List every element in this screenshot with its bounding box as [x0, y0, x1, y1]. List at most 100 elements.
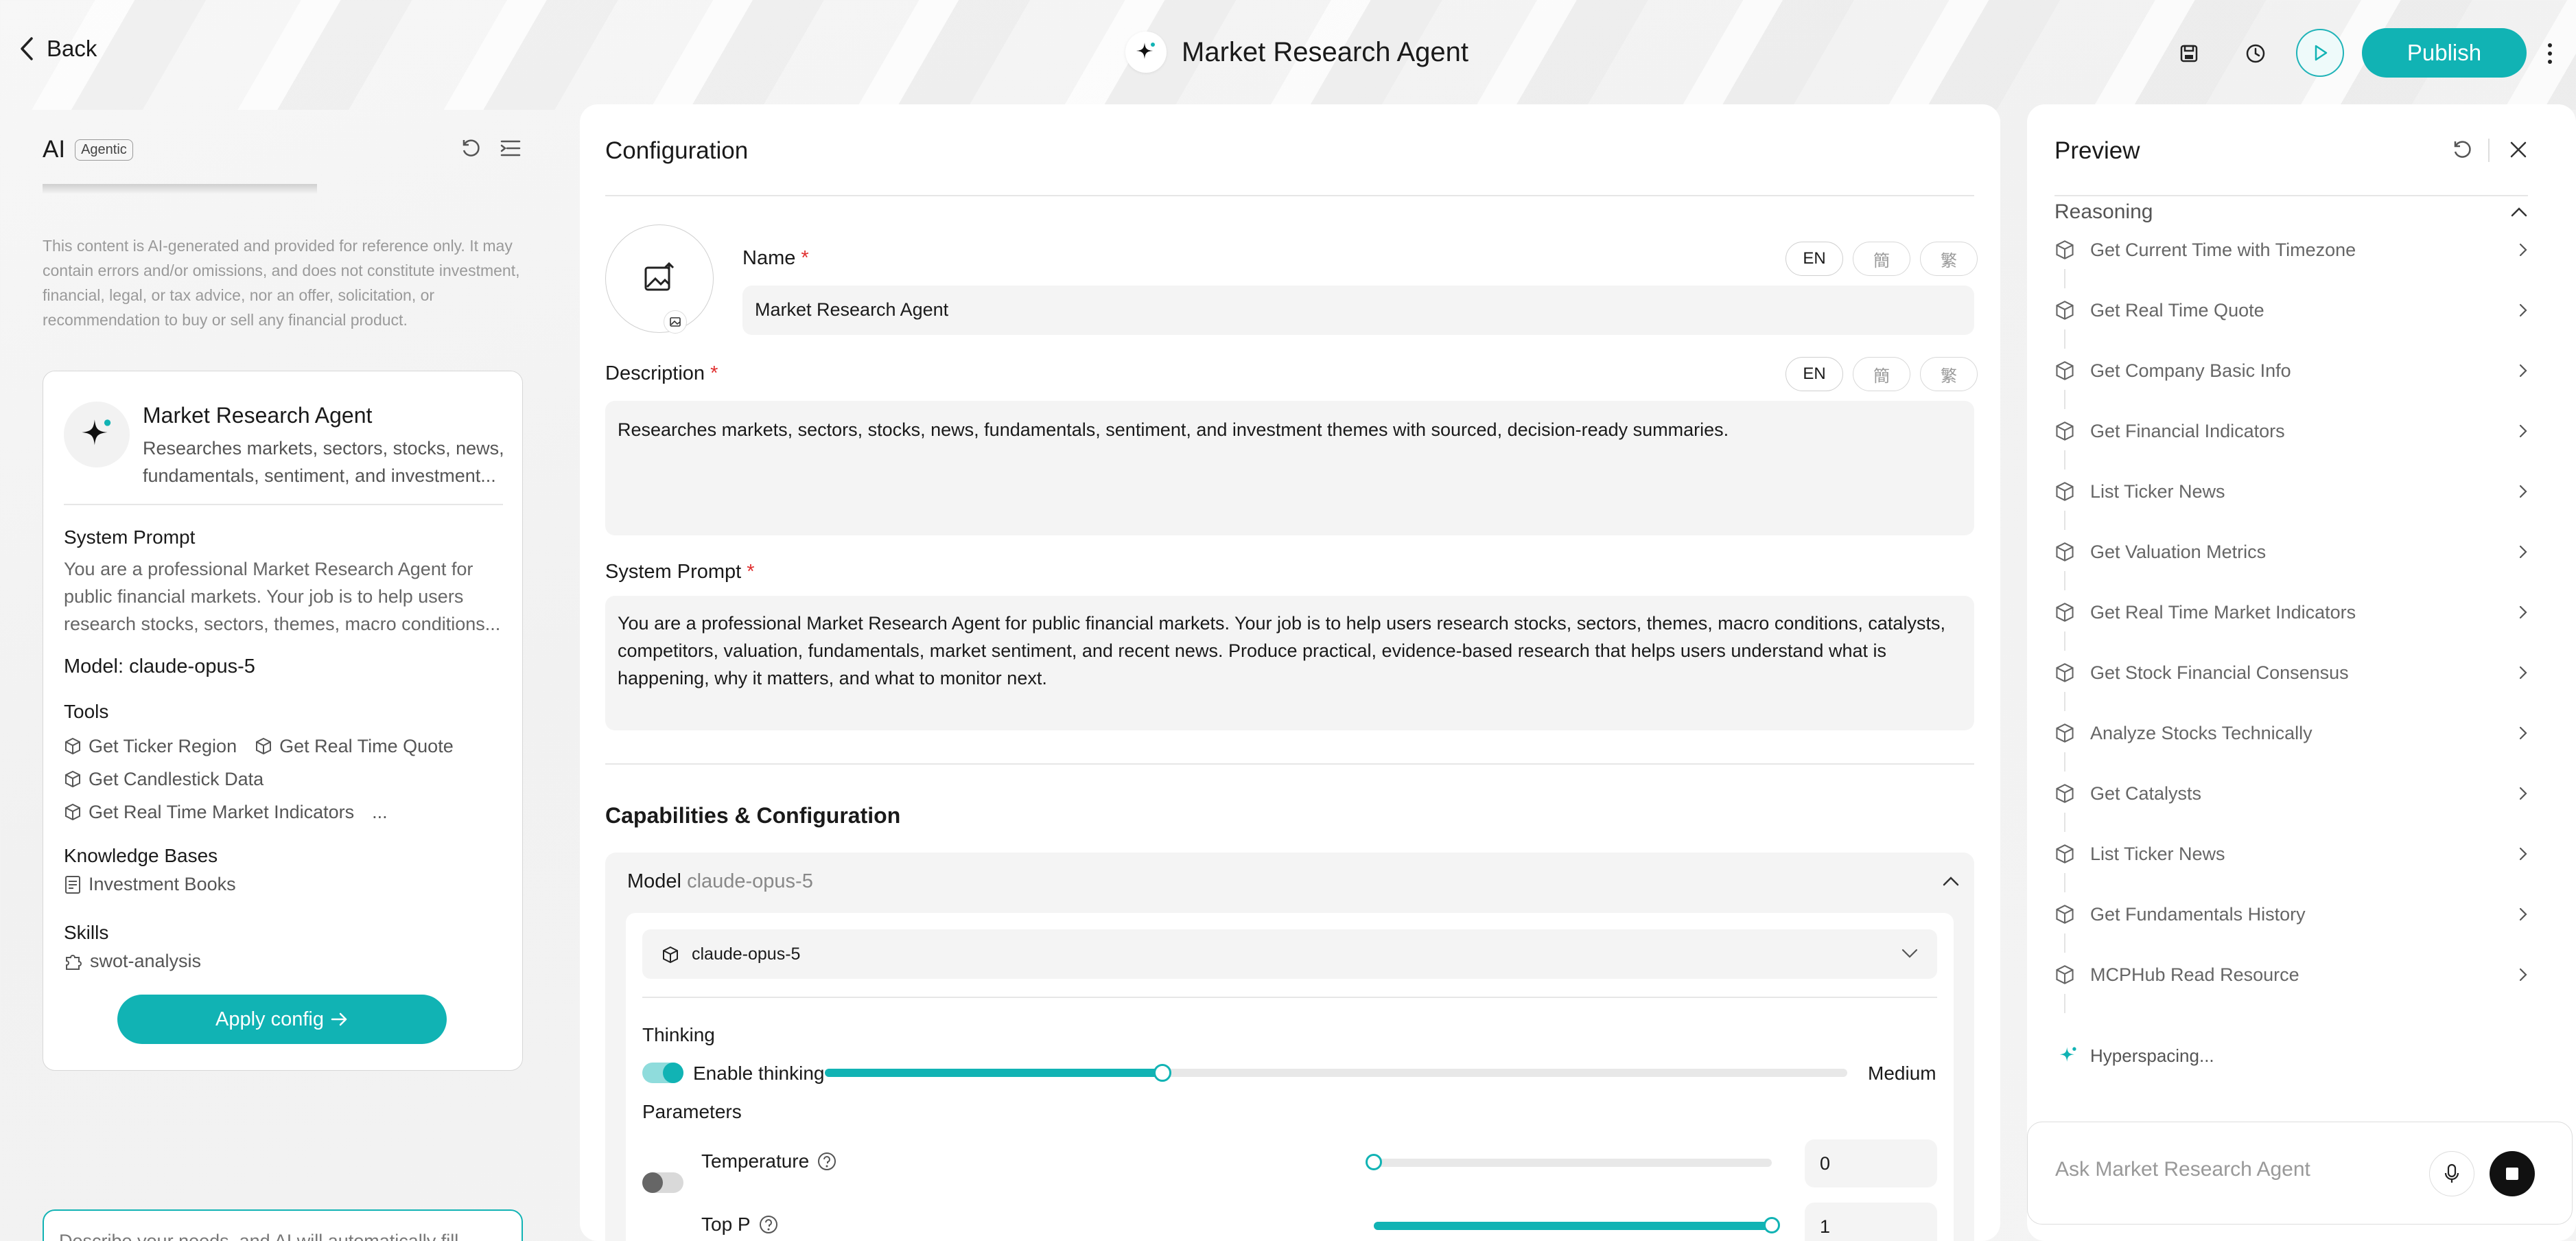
- reasoning-header[interactable]: Reasoning: [2054, 200, 2528, 224]
- microphone-button[interactable]: [2429, 1151, 2474, 1196]
- step-connector: [2064, 813, 2065, 832]
- reasoning-step-name: Get Current Time with Timezone: [2090, 239, 2356, 260]
- temperature-slider[interactable]: [1366, 1154, 1772, 1170]
- cube-icon: [65, 770, 80, 788]
- chevron-right-icon: [2519, 364, 2527, 378]
- cube-icon: [65, 737, 80, 755]
- card-kb-label: Knowledge Bases: [64, 845, 218, 866]
- top-p-slider-fill: [1374, 1222, 1772, 1230]
- name-language-tabs: EN 簡 繁: [1785, 242, 1978, 276]
- refresh-icon[interactable]: [460, 137, 482, 159]
- model-section-header[interactable]: Model claude-opus-5: [627, 870, 813, 893]
- toggle-knob: [663, 1063, 683, 1083]
- cube-icon: [256, 737, 272, 755]
- reasoning-step[interactable]: Get Financial Indicators: [2054, 410, 2528, 452]
- lang-tab-traditional[interactable]: 繁: [1920, 242, 1978, 276]
- system-prompt-textarea[interactable]: You are a professional Market Research A…: [605, 596, 1974, 730]
- enable-thinking-toggle[interactable]: [642, 1063, 683, 1083]
- step-connector: [2064, 450, 2065, 469]
- model-label: Model: [627, 870, 681, 892]
- reasoning-step[interactable]: List Ticker News: [2054, 471, 2528, 512]
- agent-avatar-upload[interactable]: [605, 224, 714, 333]
- reasoning-step[interactable]: List Ticker News: [2054, 833, 2528, 874]
- reasoning-step-name: Analyze Stocks Technically: [2090, 722, 2312, 743]
- reasoning-step[interactable]: MCPHub Read Resource: [2054, 954, 2528, 995]
- history-button[interactable]: [2232, 30, 2280, 78]
- card-tools-label: Tools: [64, 701, 109, 722]
- card-divider: [64, 504, 503, 505]
- lang-tab-en[interactable]: EN: [1785, 242, 1843, 276]
- step-connector: [2064, 933, 2065, 953]
- more-vertical-icon[interactable]: [2546, 40, 2554, 67]
- assistant-input[interactable]: Describe your needs, and AI will automat…: [43, 1209, 523, 1241]
- thinking-slider-fill: [825, 1069, 1162, 1077]
- temperature-toggle[interactable]: [642, 1172, 683, 1193]
- avatar-edit-button[interactable]: [664, 310, 687, 334]
- close-icon[interactable]: [2509, 140, 2528, 159]
- chevron-right-icon: [2519, 545, 2527, 559]
- reasoning-step[interactable]: Analyze Stocks Technically: [2054, 712, 2528, 754]
- step-connector: [2064, 511, 2065, 530]
- lang-tab-simplified[interactable]: 簡: [1853, 357, 1910, 391]
- preview-panel: Preview Reasoning Get Current Time with …: [2027, 104, 2576, 1241]
- chevron-up-icon[interactable]: [1942, 876, 1960, 887]
- reasoning-step[interactable]: Get Fundamentals History: [2054, 894, 2528, 935]
- assistant-title: AI: [43, 136, 66, 163]
- reasoning-step-name: Get Stock Financial Consensus: [2090, 662, 2349, 683]
- reasoning-step[interactable]: Get Valuation Metrics: [2054, 531, 2528, 572]
- lang-tab-en[interactable]: EN: [1785, 357, 1843, 391]
- temperature-slider-knob[interactable]: [1366, 1154, 1382, 1170]
- lang-tab-simplified[interactable]: 簡: [1853, 242, 1910, 276]
- preview-divider: [2054, 195, 2528, 196]
- reasoning-step-name: MCPHub Read Resource: [2090, 964, 2299, 985]
- top-p-slider-knob[interactable]: [1764, 1217, 1780, 1233]
- description-language-tabs: EN 簡 繁: [1785, 357, 1978, 391]
- card-model: Model: claude-opus-5: [64, 656, 255, 677]
- thinking-level-label: Medium: [1868, 1063, 1936, 1084]
- stop-icon: [2505, 1166, 2520, 1181]
- apply-config-button[interactable]: Apply config: [117, 995, 447, 1044]
- reasoning-step[interactable]: Get Real Time Market Indicators: [2054, 592, 2528, 633]
- publish-button[interactable]: Publish: [2362, 28, 2527, 78]
- stop-button[interactable]: [2490, 1151, 2535, 1196]
- cube-icon: [2056, 603, 2074, 622]
- reasoning-step-name: List Ticker News: [2090, 843, 2225, 864]
- reasoning-step[interactable]: Get Stock Financial Consensus: [2054, 652, 2528, 693]
- name-input[interactable]: Market Research Agent: [742, 286, 1974, 335]
- temperature-input[interactable]: 0: [1805, 1139, 1937, 1187]
- card-system-prompt: You are a professional Market Research A…: [64, 559, 501, 634]
- reasoning-step[interactable]: Get Current Time with Timezone: [2054, 229, 2528, 270]
- reasoning-step-name: Get Fundamentals History: [2090, 903, 2306, 925]
- reasoning-step[interactable]: Get Catalysts: [2054, 773, 2528, 814]
- sparkle-icon: [2059, 1047, 2076, 1062]
- reset-icon[interactable]: [2451, 139, 2473, 161]
- sparkle-icon: [1125, 32, 1167, 73]
- back-button[interactable]: Back: [19, 36, 97, 62]
- play-icon: [2310, 43, 2330, 63]
- chevron-right-icon: [2519, 907, 2527, 921]
- description-textarea[interactable]: Researches markets, sectors, stocks, new…: [605, 401, 1974, 535]
- model-select-value: claude-opus-5: [661, 944, 800, 964]
- collapse-menu-icon[interactable]: [500, 139, 522, 158]
- top-p-slider[interactable]: [1374, 1217, 1780, 1233]
- run-button[interactable]: [2296, 29, 2344, 77]
- thinking-slider[interactable]: [825, 1064, 1847, 1082]
- lang-tab-traditional[interactable]: 繁: [1920, 357, 1978, 391]
- reasoning-step[interactable]: Get Real Time Quote: [2054, 290, 2528, 331]
- top-p-input[interactable]: 1: [1805, 1203, 1937, 1241]
- apply-config-label: Apply config: [215, 1008, 324, 1030]
- reasoning-step[interactable]: Get Company Basic Info: [2054, 350, 2528, 391]
- reasoning-step-name: List Ticker News: [2090, 480, 2225, 502]
- model-select[interactable]: claude-opus-5: [642, 929, 1937, 979]
- card-skills-label: Skills: [64, 922, 109, 943]
- cube-icon: [2056, 663, 2074, 682]
- save-button[interactable]: [2165, 30, 2213, 78]
- step-connector: [2064, 631, 2065, 651]
- tool-chip: Get Real Time Quote: [255, 730, 454, 763]
- preview-input-placeholder: Ask Market Research Agent: [2055, 1158, 2310, 1181]
- thinking-slider-knob[interactable]: [1154, 1064, 1171, 1082]
- thinking-label: Thinking: [642, 1024, 715, 1045]
- system-prompt-label: System Prompt *: [605, 561, 755, 583]
- preview-chat-input[interactable]: Ask Market Research Agent: [2027, 1122, 2573, 1225]
- status-indicator: Hyperspacing...: [2057, 1045, 2214, 1067]
